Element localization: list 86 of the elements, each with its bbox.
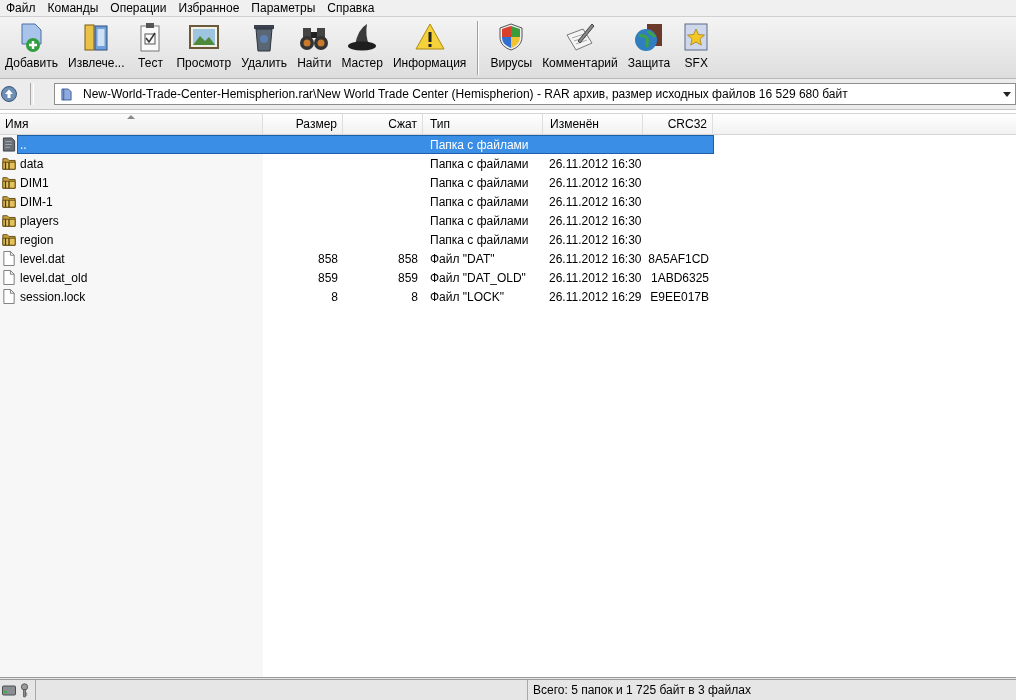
toolbar-button[interactable]: Тест <box>129 17 172 72</box>
toolbar-button[interactable]: Просмотр <box>171 17 237 72</box>
name-cell-text: DIM-1 <box>19 194 54 209</box>
menu-item[interactable]: Операции <box>104 0 173 16</box>
size-cell-text: 858 <box>316 251 339 266</box>
type-cell-text: Папка с файлами <box>429 137 530 152</box>
column-header[interactable]: Имя <box>0 114 263 134</box>
file-icon <box>1 251 16 266</box>
modified-cell-text: 26.11.2012 16:30 <box>548 270 643 285</box>
folder-icon <box>1 213 16 228</box>
sort-arrow-icon <box>127 115 135 119</box>
type-cell-text: Папка с файлами <box>429 175 530 190</box>
folder-icon <box>1 175 16 190</box>
modified-cell-text: 26.11.2012 16:30 <box>548 213 643 228</box>
type-cell-text: Папка с файлами <box>429 232 530 247</box>
file-icon <box>1 289 16 304</box>
name-cell-text: .. <box>19 137 28 152</box>
toolbar-button[interactable]: Добавить <box>0 17 64 72</box>
file-row[interactable]: DIM-1 Папка с файлами 26.11.2012 16:30 <box>17 192 714 211</box>
type-cell-text: Файл "DAT_OLD" <box>429 270 527 285</box>
column-header[interactable]: CRC32 <box>643 114 713 134</box>
name-cell-text: DIM1 <box>19 175 50 190</box>
menu-item[interactable]: Параметры <box>245 0 322 16</box>
crc-cell-text: 1ABD6325 <box>649 270 710 285</box>
toolbar-button[interactable]: Информация <box>387 17 472 72</box>
crc-cell-text: 8A5AF1CD <box>647 251 710 266</box>
toolbar-button[interactable]: Защита <box>622 17 676 72</box>
modified-cell-text: 26.11.2012 16:30 <box>548 156 643 171</box>
toolbar-button[interactable]: Найти <box>292 17 337 72</box>
document-icon <box>1 137 16 152</box>
name-cell-text: level.dat_old <box>19 270 89 285</box>
file-row[interactable]: level.dat_old 859 859 Файл "DAT_OLD" 26.11.2012 16:30 1ABD6325 <box>17 268 714 287</box>
name-cell-text: region <box>19 232 55 247</box>
modified-cell-text: 26.11.2012 16:30 <box>548 175 643 190</box>
type-cell-text: Файл "LOCK" <box>429 289 506 304</box>
modified-cell-text: 26.11.2012 16:30 <box>548 232 643 247</box>
menu-item[interactable]: Команды <box>41 0 105 16</box>
drive-icon <box>2 684 16 696</box>
file-row[interactable]: DIM1 Папка с файлами 26.11.2012 16:30 <box>17 173 714 192</box>
file-row[interactable]: players Папка с файлами 26.11.2012 16:30 <box>17 211 714 230</box>
folder-icon <box>1 194 16 209</box>
crc-cell-text: E9EE017B <box>649 289 710 304</box>
toolbar-button[interactable]: Извлече... <box>63 17 130 72</box>
column-header[interactable]: Размер <box>263 114 343 134</box>
packed-cell-text: 859 <box>396 270 419 285</box>
type-cell-text: Папка с файлами <box>429 213 530 228</box>
menu-item[interactable]: Избранное <box>172 0 246 16</box>
modified-cell-text: 26.11.2012 16:30 <box>548 251 643 266</box>
globe-book-icon <box>633 21 665 53</box>
column-header[interactable]: Тип <box>423 114 543 134</box>
caret-icon[interactable] <box>1003 91 1011 97</box>
menu-item[interactable]: Файл <box>0 0 42 16</box>
toolbar-button[interactable]: Комментарий <box>537 17 623 72</box>
file-row[interactable]: region Папка с файлами 26.11.2012 16:30 <box>17 230 714 249</box>
name-cell-text: session.lock <box>19 289 87 304</box>
toolbar-button[interactable]: Мастер <box>336 17 388 72</box>
hat-icon <box>346 21 379 53</box>
toolbar-button[interactable]: Удалить <box>236 17 293 72</box>
packed-cell-text: 858 <box>396 251 419 266</box>
warning-icon <box>413 21 446 53</box>
column-header[interactable]: Сжат <box>343 114 423 134</box>
document-icon <box>61 87 72 101</box>
modified-cell-text: 26.11.2012 16:29 <box>548 289 643 304</box>
size-cell-text: 8 <box>330 289 339 304</box>
packed-cell-text: 8 <box>410 289 419 304</box>
folder-icon <box>1 156 16 171</box>
size-cell-text: 859 <box>316 270 339 285</box>
name-cell-text: data <box>19 156 45 171</box>
name-cell-text: level.dat <box>19 251 66 266</box>
column-header[interactable]: Изменён <box>543 114 643 134</box>
type-cell-text: Папка с файлами <box>429 156 530 171</box>
file-row[interactable]: session.lock 8 8 Файл "LOCK" 26.11.2012 16:29 E9EE017B <box>17 287 714 306</box>
file-row[interactable]: data Папка с файлами 26.11.2012 16:30 <box>17 154 714 173</box>
type-cell-text: Файл "DAT" <box>429 251 496 266</box>
file-icon <box>1 270 16 285</box>
toolbar-button[interactable]: SFX <box>675 17 718 72</box>
menu-item[interactable]: Справка <box>321 0 381 16</box>
address-field[interactable]: New-World-Trade-Center-Hemispherion.rar\New World Trade Center (Hemispherion) - RAR архив, размер исходных файлов 16 529 680 байт <box>54 83 1016 105</box>
type-cell-text: Папка с файлами <box>429 194 530 209</box>
name-cell-text: players <box>19 213 60 228</box>
file-row[interactable]: level.dat 858 858 Файл "DAT" 26.11.2012 16:30 8A5AF1CD <box>17 249 714 268</box>
toolbar-button[interactable]: Вирусы <box>485 17 538 72</box>
folder-icon <box>1 232 16 247</box>
modified-cell-text: 26.11.2012 16:30 <box>548 194 643 209</box>
status-text: Всего: 5 папок и 1 725 байт в 3 файлах <box>533 683 751 697</box>
notepad-pen-icon <box>563 21 596 53</box>
